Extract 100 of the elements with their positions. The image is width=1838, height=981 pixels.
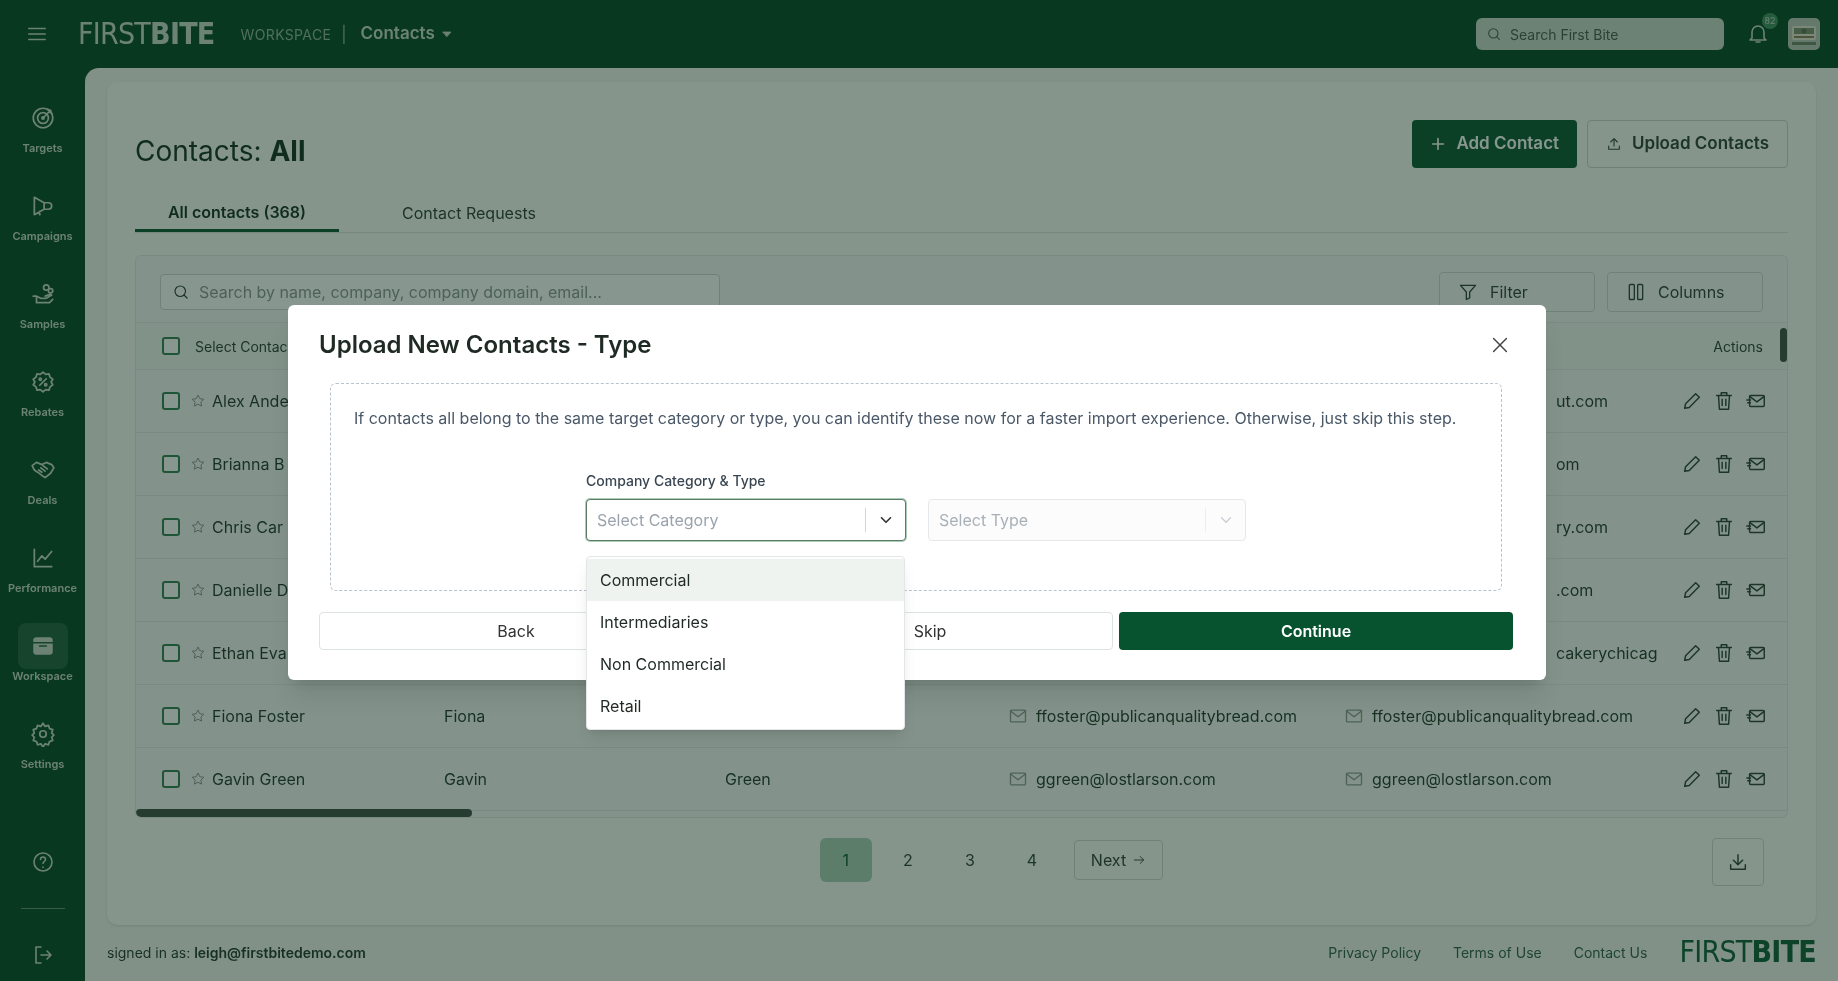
add-contact-button[interactable]: Add Contact	[1412, 120, 1578, 168]
table-cell-text: ry.com	[1555, 516, 1608, 539]
sidebar-item[interactable]: Targets	[0, 80, 85, 168]
footer-link[interactable]: Contact Us	[1573, 941, 1648, 963]
pencil-icon[interactable]	[1681, 579, 1703, 601]
category-select[interactable]: Select Category	[586, 499, 906, 541]
scrollbar-thumb[interactable]	[1780, 328, 1787, 362]
trash-icon[interactable]	[1713, 642, 1735, 664]
table-cell-text: Gavin Green	[212, 768, 306, 791]
sidebar-item[interactable]: Workspace	[0, 608, 85, 696]
scrollbar-thumb[interactable]	[136, 809, 472, 817]
checkbox[interactable]	[162, 644, 180, 662]
table-cell-text: Danielle D	[212, 579, 289, 602]
caret-icon	[440, 28, 453, 40]
table-cell-text: cakerychicag	[1555, 642, 1658, 665]
modal-title: Upload New Contacts - Type	[319, 329, 652, 361]
table-cell: Green	[725, 769, 771, 789]
search-icon	[172, 283, 190, 301]
page-title: Contacts: All	[135, 133, 306, 170]
field-label: Company Category & Type	[586, 471, 767, 491]
trash-icon[interactable]	[1713, 390, 1735, 412]
tab[interactable]: All contacts (368)	[135, 194, 339, 232]
trash-icon[interactable]	[1713, 768, 1735, 790]
arrow-right-icon	[1132, 853, 1147, 867]
pencil-icon[interactable]	[1681, 516, 1703, 538]
star-icon[interactable]	[190, 519, 206, 535]
next-button[interactable]: Next	[1073, 840, 1164, 880]
continue-button[interactable]: Continue	[1119, 612, 1513, 650]
checkbox[interactable]	[162, 518, 180, 536]
checkbox[interactable]	[162, 455, 180, 473]
upload-icon	[1606, 136, 1623, 152]
tab[interactable]: Contact Requests	[339, 194, 599, 232]
footer-link[interactable]: Terms of Use	[1453, 941, 1542, 963]
checkbox[interactable]	[162, 392, 180, 410]
table-cell-text: Brianna B	[212, 453, 285, 476]
page-menu[interactable]: Contacts	[360, 21, 453, 47]
checkbox[interactable]	[162, 337, 180, 355]
table-cell-text: ut.com	[1555, 390, 1609, 413]
footer-link[interactable]: Privacy Policy	[1328, 941, 1421, 963]
sidebar-item[interactable]: Rebates	[0, 344, 85, 432]
star-icon[interactable]	[190, 582, 206, 598]
page-button[interactable]: 4	[1005, 838, 1058, 882]
pencil-icon[interactable]	[1681, 768, 1703, 790]
sidebar-item[interactable]: Performance	[0, 520, 85, 608]
page-button[interactable]: 2	[881, 838, 934, 882]
trash-icon[interactable]	[1713, 579, 1735, 601]
table-cell-text: om	[1555, 453, 1580, 476]
columns-button[interactable]: Columns	[1607, 272, 1763, 312]
pencil-icon[interactable]	[1681, 453, 1703, 475]
table-cell-text: .com	[1555, 579, 1594, 602]
notification-badge: 82	[1762, 13, 1778, 29]
checkbox[interactable]	[162, 770, 180, 788]
columns-icon	[1626, 282, 1646, 302]
column-header: Actions	[1713, 336, 1763, 357]
star-icon[interactable]	[190, 393, 206, 409]
sidebar-item[interactable]: Samples	[0, 256, 85, 344]
download-button[interactable]	[1712, 838, 1764, 886]
section-label: WORKSPACE	[240, 24, 332, 45]
separator-text: |	[341, 23, 347, 46]
checkbox[interactable]	[162, 581, 180, 599]
plus-icon	[1430, 136, 1447, 152]
logo: FIRSTBITE	[78, 19, 215, 49]
checkbox[interactable]	[162, 707, 180, 725]
description-text: If contacts all belong to the same target category or type, you can identify these now for a faster import experience. Otherwise, just skip this step.	[354, 407, 1458, 430]
table-cell-text: ggreen@lostlarson.com	[1372, 768, 1552, 791]
target-icon	[29, 104, 56, 131]
table-cell-text: ggreen@lostlarson.com	[1036, 768, 1216, 791]
sidebar-item[interactable]: Settings	[0, 696, 85, 784]
dropdown-option[interactable]: Commercial	[587, 559, 904, 601]
table-cell-text: ffoster@publicanqualitybread.com	[1372, 705, 1633, 728]
page-button[interactable]: 3	[943, 838, 996, 882]
filter-icon	[1458, 282, 1478, 302]
table-cell-text: Fiona Foster	[212, 705, 306, 728]
sidebar-item[interactable]: Deals	[0, 432, 85, 520]
search-field[interactable]: Search by name, company, company domain, email...	[160, 274, 720, 310]
star-icon[interactable]	[190, 645, 206, 661]
trash-icon[interactable]	[1713, 516, 1735, 538]
table-cell-text: ffoster@publicanqualitybread.com	[1036, 705, 1297, 728]
search-field[interactable]: Search First Bite	[1476, 18, 1724, 50]
table-cell-text: Ethan Eva	[212, 642, 287, 665]
page-button[interactable]: 1	[819, 838, 872, 882]
table-cell: Fiona	[444, 706, 486, 726]
upload-button[interactable]: Upload Contacts	[1587, 120, 1788, 168]
sidebar-item[interactable]: Campaigns	[0, 168, 85, 256]
pencil-icon[interactable]	[1681, 390, 1703, 412]
star-icon[interactable]	[190, 771, 206, 787]
trash-icon[interactable]	[1713, 705, 1735, 727]
table-cell: Gavin	[444, 769, 487, 789]
trash-icon[interactable]	[1713, 453, 1735, 475]
help-icon[interactable]	[30, 850, 55, 874]
pencil-icon[interactable]	[1681, 705, 1703, 727]
star-icon[interactable]	[190, 456, 206, 472]
table-cell-text: Chris Car	[212, 516, 283, 539]
download-icon	[1727, 851, 1749, 873]
dropdown-option[interactable]: Retail	[587, 685, 904, 727]
table-cell-text: Alex Ande	[212, 390, 289, 413]
column-header: Select Contac	[195, 336, 288, 357]
pencil-icon[interactable]	[1681, 642, 1703, 664]
search-icon	[1486, 26, 1502, 42]
star-icon[interactable]	[190, 708, 206, 724]
